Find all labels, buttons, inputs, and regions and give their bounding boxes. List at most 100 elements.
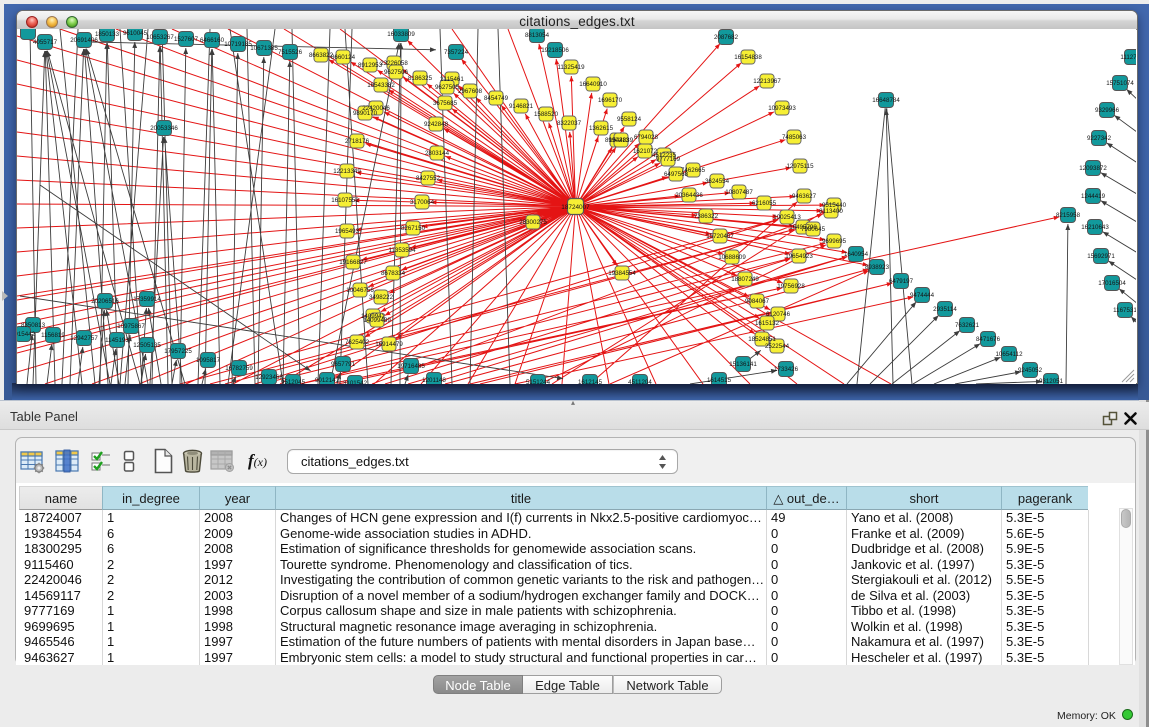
svg-text:15692971: 15692971 bbox=[1087, 253, 1115, 260]
svg-text:28300275: 28300275 bbox=[519, 219, 547, 226]
svg-text:1095817: 1095817 bbox=[196, 357, 221, 364]
svg-text:3915442: 3915442 bbox=[17, 331, 36, 338]
svg-text:9777169: 9777169 bbox=[656, 156, 681, 163]
svg-text:8938923: 8938923 bbox=[865, 264, 890, 271]
svg-text:1588520: 1588520 bbox=[534, 111, 559, 118]
svg-text:8186325: 8186325 bbox=[408, 75, 433, 82]
svg-text:11353594: 11353594 bbox=[388, 247, 416, 254]
svg-text:19654923: 19654923 bbox=[785, 253, 813, 260]
svg-text:20691406: 20691406 bbox=[70, 37, 98, 44]
svg-text:9657791: 9657791 bbox=[331, 361, 356, 368]
svg-text:9463627: 9463627 bbox=[792, 193, 817, 200]
svg-text:10654112: 10654112 bbox=[995, 351, 1023, 358]
svg-text:6479197: 6479197 bbox=[889, 278, 914, 285]
svg-text:1612145: 1612145 bbox=[578, 379, 603, 384]
svg-text:7386322: 7386322 bbox=[694, 213, 719, 220]
svg-text:9329966: 9329966 bbox=[1095, 107, 1120, 114]
svg-text:19218506: 19218506 bbox=[541, 47, 569, 54]
svg-text:16107552: 16107552 bbox=[331, 197, 359, 204]
svg-text:9627505: 9627505 bbox=[435, 84, 460, 91]
svg-text:1362615: 1362615 bbox=[589, 125, 614, 132]
svg-text:15720407: 15720407 bbox=[706, 233, 734, 240]
svg-text:16154838: 16154838 bbox=[734, 54, 762, 61]
svg-text:6466160: 6466160 bbox=[200, 37, 225, 44]
svg-text:1156819: 1156819 bbox=[41, 332, 65, 339]
svg-text:10688609: 10688609 bbox=[718, 254, 746, 261]
svg-text:2718176: 2718176 bbox=[345, 138, 370, 145]
svg-text:10025413: 10025413 bbox=[773, 214, 801, 221]
svg-text:12093872: 12093872 bbox=[1079, 165, 1107, 172]
svg-text:1112753: 1112753 bbox=[1120, 54, 1136, 61]
svg-text:3170064: 3170064 bbox=[410, 199, 435, 206]
svg-text:2803144: 2803144 bbox=[425, 150, 450, 157]
svg-text:10046756: 10046756 bbox=[346, 287, 374, 294]
svg-text:7980645: 7980645 bbox=[801, 226, 826, 233]
svg-text:1965493: 1965493 bbox=[335, 228, 360, 235]
svg-text:12923468: 12923468 bbox=[255, 374, 283, 381]
svg-text:2087682: 2087682 bbox=[714, 34, 739, 41]
svg-text:15136141: 15136141 bbox=[729, 361, 757, 368]
svg-text:17016504: 17016504 bbox=[1098, 280, 1126, 287]
svg-text:8215958: 8215958 bbox=[1056, 212, 1081, 219]
svg-text:1527607: 1527607 bbox=[174, 36, 199, 43]
svg-text:12213967: 12213967 bbox=[753, 78, 781, 85]
svg-text:17359914: 17359914 bbox=[133, 296, 161, 303]
svg-text:19756928: 19756928 bbox=[777, 283, 805, 290]
svg-text:6497568: 6497568 bbox=[664, 171, 689, 178]
svg-text:7515526: 7515526 bbox=[278, 49, 303, 56]
svg-text:8471676: 8471676 bbox=[976, 336, 1001, 343]
svg-text:16782759: 16782759 bbox=[225, 365, 253, 372]
svg-text:9474444: 9474444 bbox=[910, 292, 935, 299]
svg-text:12505135: 12505135 bbox=[133, 342, 161, 349]
svg-text:9558124: 9558124 bbox=[617, 116, 642, 123]
svg-text:7625402: 7625402 bbox=[345, 339, 370, 346]
svg-text:4511204: 4511204 bbox=[628, 379, 652, 384]
svg-text:15751074: 15751074 bbox=[1106, 80, 1134, 87]
svg-text:2522544: 2522544 bbox=[765, 343, 790, 350]
svg-text:18524851: 18524851 bbox=[748, 336, 776, 343]
svg-text:8427552: 8427552 bbox=[416, 175, 441, 182]
svg-text:9245052: 9245052 bbox=[1018, 367, 1043, 374]
svg-text:10975867: 10975867 bbox=[117, 323, 145, 330]
svg-text:1640954: 1640954 bbox=[844, 251, 869, 258]
svg-text:8678334: 8678334 bbox=[381, 270, 406, 277]
svg-text:8322037: 8322037 bbox=[557, 120, 582, 127]
svg-text:17957225: 17957225 bbox=[164, 348, 192, 355]
svg-text:8912953: 8912953 bbox=[358, 62, 383, 69]
svg-text:19716485: 19716485 bbox=[397, 363, 425, 370]
svg-text:19166827: 19166827 bbox=[339, 259, 367, 266]
svg-text:10653267: 10653267 bbox=[146, 34, 174, 41]
svg-text:16648784: 16648784 bbox=[872, 97, 900, 104]
svg-text:9699695: 9699695 bbox=[822, 238, 847, 245]
svg-text:1696170: 1696170 bbox=[598, 97, 623, 104]
svg-text:1544839: 1544839 bbox=[609, 137, 634, 144]
svg-text:14099489: 14099489 bbox=[363, 317, 391, 324]
svg-text:1850133: 1850133 bbox=[95, 31, 120, 38]
svg-text:7485063: 7485063 bbox=[782, 134, 807, 141]
svg-text:8350813: 8350813 bbox=[21, 322, 46, 329]
svg-text:1615132: 1615132 bbox=[755, 320, 780, 327]
svg-text:9084067: 9084067 bbox=[745, 298, 770, 305]
svg-text:6120746: 6120746 bbox=[766, 311, 791, 318]
svg-text:2935114: 2935114 bbox=[933, 306, 957, 313]
svg-text:10807487: 10807487 bbox=[725, 189, 753, 196]
svg-text:9890170: 9890170 bbox=[353, 110, 378, 117]
svg-text:3498222: 3498222 bbox=[369, 294, 394, 301]
svg-text:8454749: 8454749 bbox=[484, 95, 509, 102]
svg-text:23226058: 23226058 bbox=[380, 60, 408, 67]
svg-text:20053346: 20053346 bbox=[150, 125, 178, 132]
svg-text:16640910: 16640910 bbox=[579, 81, 607, 88]
svg-text:1167531: 1167531 bbox=[1113, 307, 1136, 314]
svg-text:9312051: 9312051 bbox=[1039, 378, 1064, 384]
svg-text:9627506: 9627506 bbox=[384, 69, 409, 76]
svg-text:9610045: 9610045 bbox=[123, 30, 148, 37]
svg-text:10719185: 10719185 bbox=[224, 41, 252, 48]
svg-text:3624554: 3624554 bbox=[705, 178, 730, 185]
svg-text:6216055: 6216055 bbox=[752, 200, 777, 207]
svg-text:16210643: 16210643 bbox=[1081, 224, 1109, 231]
svg-text:7632621: 7632621 bbox=[955, 322, 980, 329]
svg-text:11325419: 11325419 bbox=[557, 64, 585, 71]
svg-text:20364436: 20364436 bbox=[675, 192, 703, 199]
svg-text:19384554: 19384554 bbox=[608, 270, 636, 277]
svg-text:18724007: 18724007 bbox=[561, 204, 590, 211]
